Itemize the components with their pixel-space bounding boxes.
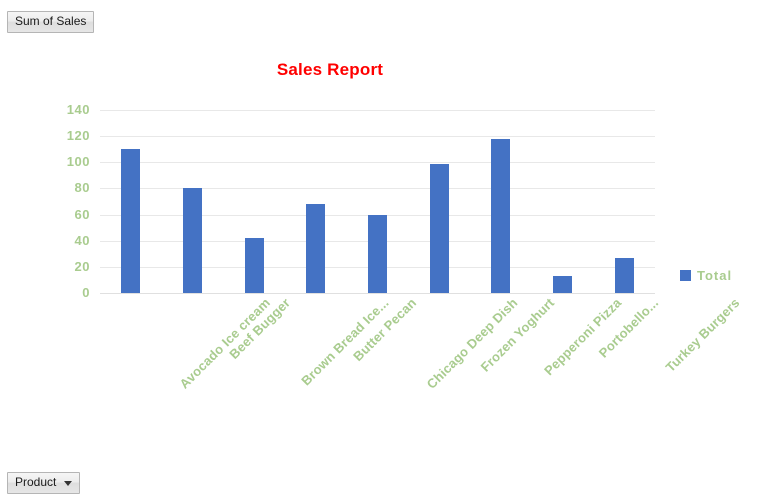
chevron-down-icon [64,481,73,486]
gridline [100,136,655,138]
x-axis-tick-label: Turkey Burgers [662,295,743,375]
bar[interactable] [368,214,387,293]
x-axis-tick-label: Avocado Ice cream [176,295,273,392]
bar[interactable] [306,204,326,293]
bar[interactable] [491,138,511,293]
y-axis-tick-label: 0 [82,285,90,300]
y-axis-tick-label: 60 [74,206,90,222]
chart-title: Sales Report [276,60,384,79]
sales-report-chart: Sales Report 140 120 100 80 60 40 20 0 Avocado … [0,40,769,460]
chart-legend: Total [680,268,732,283]
y-axis-tick-label: 100 [66,154,90,170]
legend-swatch-total [680,270,691,281]
bar[interactable] [244,238,264,293]
y-axis-tick-label: 40 [74,232,90,248]
bar[interactable] [183,188,202,293]
gridline [100,162,655,164]
x-axis-labels: Avocado Ice cream Beef Bugger Brown Bread … [100,295,742,435]
measure-field-label: Sum of Sales [15,14,87,28]
plot-area [100,110,655,294]
gridline [100,293,655,294]
y-axis-tick-label: 80 [74,180,90,196]
bar[interactable] [614,257,634,293]
y-axis: 140 120 100 80 60 40 20 0 [28,103,90,299]
y-axis-tick-label: 140 [66,102,90,117]
product-field-label: Product [15,475,57,489]
bar[interactable] [553,276,572,293]
y-axis-tick-label: 20 [74,258,90,274]
bar[interactable] [121,149,141,293]
legend-label-total: Total [697,268,733,283]
measure-field-button[interactable]: Sum of Sales [7,11,95,33]
gridline [100,110,655,111]
bar[interactable] [429,163,449,293]
y-axis-tick-label: 120 [66,128,90,144]
product-field-button[interactable]: Product [7,472,81,494]
